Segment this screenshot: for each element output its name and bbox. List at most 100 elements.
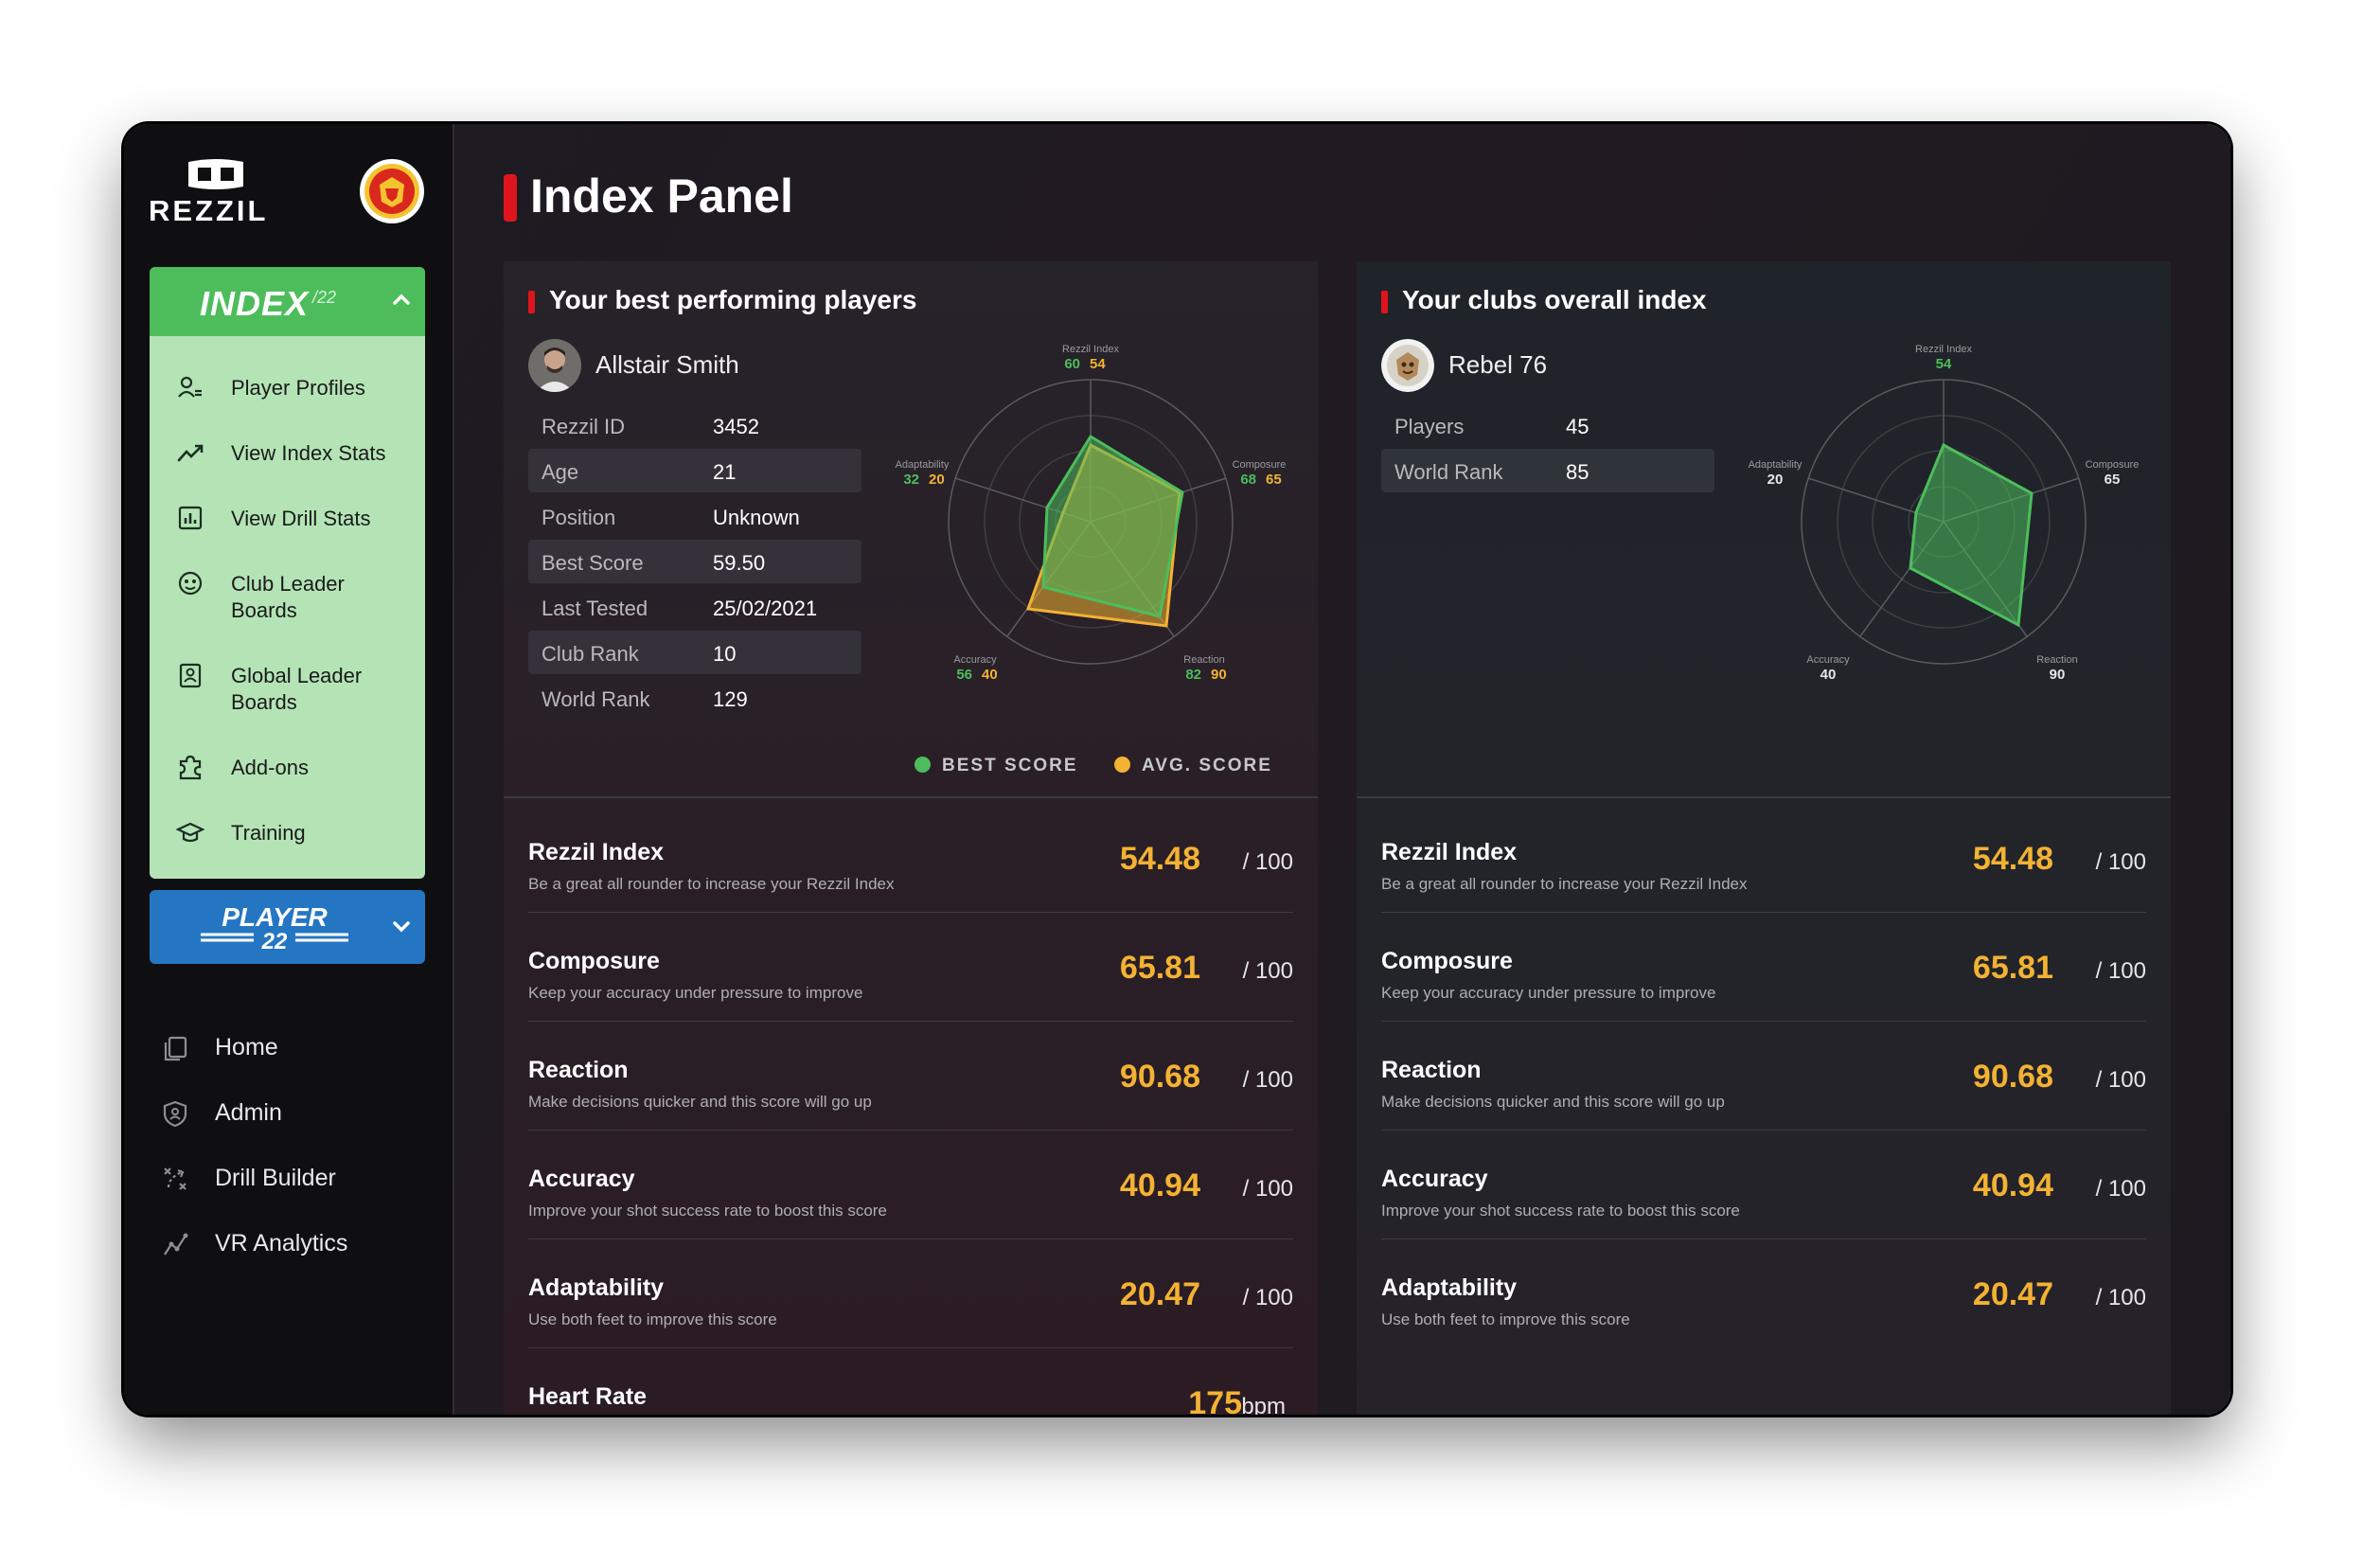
metric-value: 20.47	[1119, 1276, 1200, 1312]
club-avatar[interactable]	[1381, 339, 1434, 392]
info-row-best-score: Best Score 59.50	[528, 540, 861, 583]
metric-separator	[528, 1021, 1293, 1022]
metric-desc: Make decisions quicker and this score wi…	[528, 1093, 872, 1111]
sidebar: REZZIL INDEX /22 Player Profiles View In…	[124, 124, 454, 1415]
chevron-down-icon[interactable]	[391, 916, 412, 936]
info-value: 10	[713, 642, 737, 666]
nav-home[interactable]: Home	[161, 1028, 426, 1070]
menu-item-view-drill-stats[interactable]: View Drill Stats	[150, 504, 425, 561]
info-value: 45	[1566, 415, 1590, 438]
axis-label-reaction: Reaction	[1183, 654, 1224, 666]
nav-vr-analytics[interactable]: VR Analytics	[161, 1224, 426, 1266]
chevron-up-icon[interactable]	[391, 290, 412, 311]
axis-best-accuracy: 56	[956, 667, 972, 683]
axis-best-reaction: 82	[1185, 667, 1201, 683]
menu-item-global-leader-boards[interactable]: Global Leader Boards	[150, 661, 425, 746]
shield-icon	[163, 1100, 187, 1128]
metric-title: Rezzil Index	[1381, 839, 1518, 865]
menu-item-club-leader-boards[interactable]: Club Leader Boards	[150, 569, 425, 654]
heading-accent-bar	[528, 291, 535, 313]
player-name[interactable]: Allstair Smith	[595, 350, 739, 380]
axis-value-accuracy: 40	[1821, 667, 1837, 683]
metric-unit: / 100	[1242, 958, 1293, 984]
axis-label-rezzil-index: Rezzil Index	[1062, 344, 1119, 355]
club-radar-chart: Rezzil Index 54 Composure 65 Reaction 90…	[1749, 344, 2140, 683]
bar-chart-icon	[178, 506, 203, 530]
legend-green-dot	[915, 757, 931, 773]
menu-item-player-profiles[interactable]: Player Profiles	[150, 373, 425, 430]
info-row-rezzil-id: Rezzil ID 3452	[528, 403, 861, 447]
metric-adaptability: Adaptability Use both feet to improve th…	[528, 1274, 1293, 1383]
menu-item-add-ons[interactable]: Add-ons	[150, 753, 425, 810]
index-year: /22	[312, 288, 337, 307]
legend-yellow-dot	[1114, 757, 1130, 773]
nav-admin[interactable]: Admin	[161, 1094, 426, 1135]
legend-label: AVG. SCORE	[1142, 756, 1272, 775]
graduation-cap-icon	[176, 822, 204, 843]
metric-heart-rate: Heart Rate 175 bpm	[528, 1383, 1293, 1415]
metric-title: Adaptability	[528, 1274, 665, 1301]
info-row-players: Players 45	[1381, 403, 1714, 447]
page-title: Index Panel	[530, 169, 793, 223]
player-avatar[interactable]	[528, 339, 581, 392]
metric-composure: Composure Keep your accuracy under press…	[528, 948, 1293, 1057]
metric-unit: / 100	[2095, 1067, 2146, 1093]
metric-separator	[528, 1130, 1293, 1131]
player-logo-line2: 22	[261, 929, 288, 953]
info-key: Last Tested	[542, 597, 648, 620]
player-22-dropdown[interactable]: PLAYER 22	[150, 890, 425, 964]
metric-desc: Keep your accuracy under pressure to imp…	[528, 984, 863, 1002]
badge-icon	[179, 663, 202, 688]
index-menu-header[interactable]: INDEX /22	[150, 267, 425, 336]
metric-separator	[1381, 1130, 2146, 1131]
metric-value: 20.47	[1972, 1276, 2053, 1312]
axis-best-rezzil-index: 60	[1064, 356, 1080, 372]
metric-rezzil-index: Rezzil Index Be a great all rounder to i…	[1381, 839, 2146, 948]
metric-adaptability: Adaptability Use both feet to improve th…	[1381, 1274, 2146, 1383]
metric-composure: Composure Keep your accuracy under press…	[1381, 948, 2146, 1057]
metric-separator	[1381, 1238, 2146, 1239]
rezzil-logo[interactable]: REZZIL	[149, 158, 281, 227]
info-key: Players	[1394, 415, 1465, 438]
player-22-logo: PLAYER 22	[201, 903, 348, 953]
index-menu: INDEX /22 Player Profiles View Index Sta…	[150, 267, 425, 879]
metric-desc: Keep your accuracy under pressure to imp…	[1381, 984, 1716, 1002]
metric-unit: bpm	[1241, 1394, 1286, 1415]
metric-title: Accuracy	[1381, 1166, 1488, 1192]
menu-item-view-index-stats[interactable]: View Index Stats	[150, 438, 425, 495]
nav-label: Home	[215, 1034, 278, 1060]
nav-label: Admin	[215, 1099, 282, 1126]
menu-label: Player Profiles	[231, 376, 365, 400]
club-name[interactable]: Rebel 76	[1448, 350, 1547, 380]
nav-drill-builder[interactable]: Drill Builder	[161, 1159, 426, 1201]
brand-text: REZZIL	[149, 194, 269, 227]
info-key: World Rank	[542, 687, 650, 711]
info-row-age: Age 21	[528, 449, 861, 492]
metric-value: 54.48	[1972, 841, 2053, 877]
metric-rezzil-index: Rezzil Index Be a great all rounder to i…	[528, 839, 1293, 948]
metric-value: 65.81	[1972, 950, 2053, 986]
info-value: 25/02/2021	[713, 597, 818, 620]
axis-value-adaptability: 20	[1767, 472, 1784, 488]
player-logo-line1: PLAYER	[222, 903, 328, 932]
metric-unit: / 100	[2095, 849, 2146, 875]
axis-label-accuracy: Accuracy	[953, 654, 997, 666]
metric-title: Rezzil Index	[528, 839, 665, 865]
metric-title: Reaction	[528, 1057, 629, 1083]
info-value: 129	[713, 687, 748, 711]
info-value: 3452	[713, 415, 759, 438]
smiley-group-icon	[178, 571, 203, 596]
info-key: Club Rank	[542, 642, 639, 666]
axis-best-adaptability: 32	[903, 472, 919, 488]
rezzil-mark-icon	[188, 159, 243, 189]
menu-item-training[interactable]: Training	[150, 818, 425, 875]
metric-unit: / 100	[2095, 1285, 2146, 1310]
club-crest-icon[interactable]	[359, 158, 425, 224]
legend-avg-score: AVG. SCORE	[1114, 756, 1272, 776]
metric-separator	[528, 1238, 1293, 1239]
metric-unit: / 100	[2095, 958, 2146, 984]
axis-best-composure: 68	[1240, 472, 1256, 488]
metric-separator	[528, 1347, 1293, 1348]
axis-label-accuracy: Accuracy	[1806, 654, 1850, 666]
metric-title: Composure	[1381, 948, 1513, 974]
